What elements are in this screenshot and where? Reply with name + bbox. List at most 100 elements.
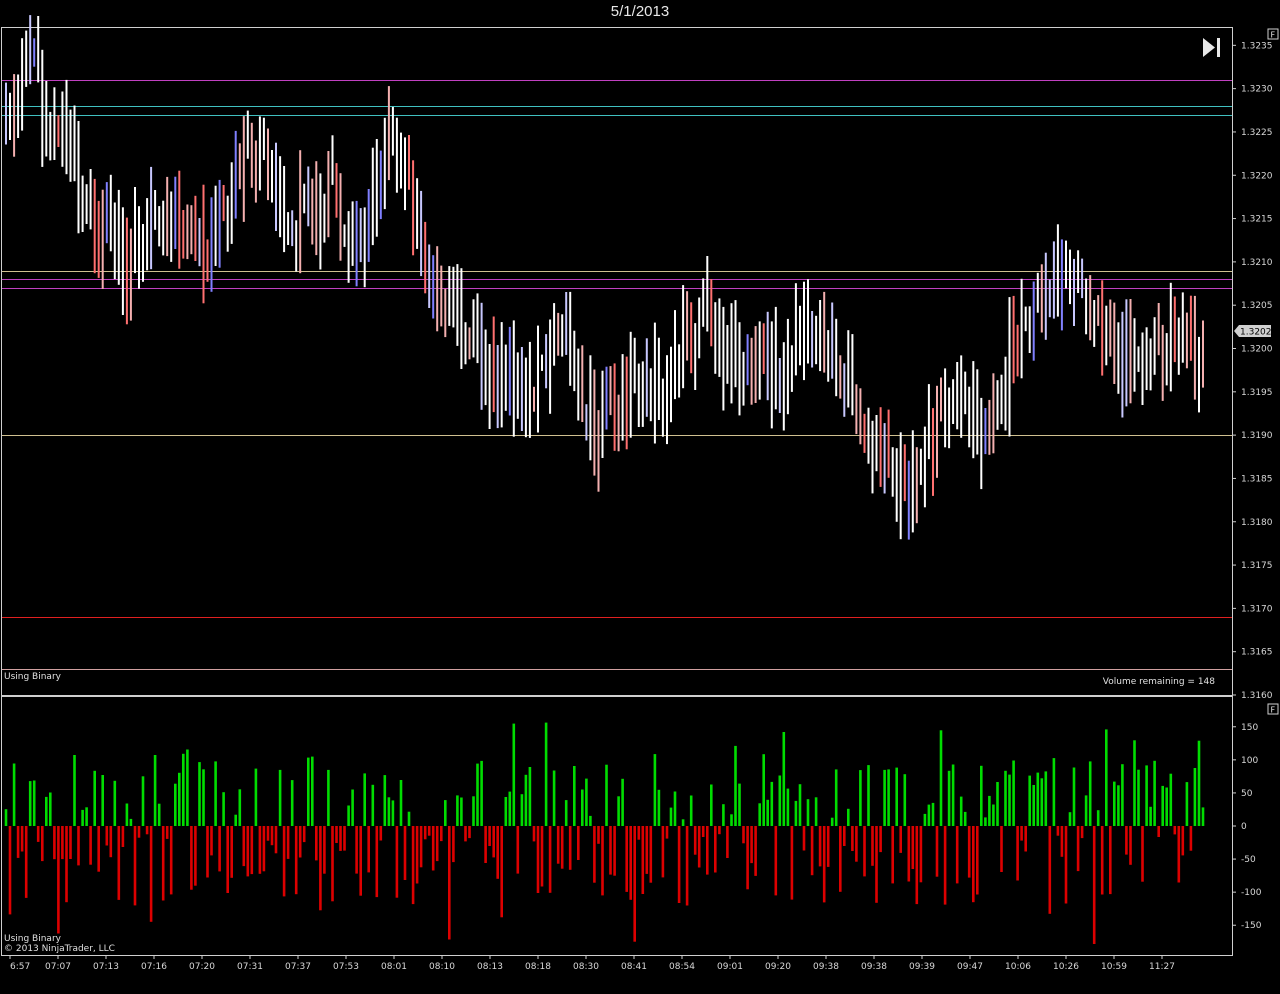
volume-bar (992, 804, 995, 826)
volume-bar (407, 811, 411, 826)
price-bar (436, 246, 439, 332)
volume-bar (814, 797, 818, 826)
price-bar (222, 185, 225, 222)
volume-bar (1161, 785, 1164, 826)
price-bar (730, 303, 733, 404)
volume-bar (1173, 826, 1177, 835)
price-bar (601, 370, 604, 458)
price-bar (657, 337, 660, 420)
volume-bar (1052, 758, 1056, 826)
price-bar (254, 140, 257, 203)
price-bar (746, 334, 749, 386)
volume-bar (174, 783, 177, 826)
price-bar (351, 201, 354, 266)
volume-bar (782, 732, 786, 826)
price-bar (911, 430, 914, 533)
volume-bar (746, 826, 749, 890)
volume-bar (972, 826, 975, 903)
volume-bar (1121, 764, 1124, 826)
volume-bar (851, 826, 854, 851)
volume-bar (641, 826, 645, 894)
price-bar (1161, 324, 1164, 401)
volume-bar (540, 826, 544, 887)
volume-bar (669, 807, 673, 826)
volume-bar (298, 826, 302, 858)
volume-bar (512, 723, 516, 826)
price-bar (649, 368, 652, 422)
volume-bar (1117, 785, 1120, 826)
price-bar (319, 173, 322, 270)
scroll-to-end-button[interactable] (1199, 36, 1226, 60)
price-bar (770, 321, 773, 429)
volume-bar (395, 826, 399, 898)
price-bar (178, 170, 181, 269)
volume-tick-label: 150 (1241, 723, 1258, 733)
price-panel-flag-button[interactable]: F (1267, 28, 1279, 40)
volume-bar (81, 809, 84, 826)
price-bar (105, 182, 108, 244)
price-bar (887, 409, 890, 478)
price-bar (218, 179, 221, 268)
price-bar (641, 361, 644, 427)
price-bar (936, 385, 938, 478)
price-tick-label: 1.3175 (1241, 561, 1273, 571)
volume-bar (202, 769, 205, 826)
volume-bar (1028, 775, 1031, 826)
price-bar (210, 197, 213, 292)
volume-bar (573, 766, 576, 826)
volume-bar (488, 826, 491, 846)
price-bar (690, 302, 693, 374)
price-bar (53, 87, 56, 160)
price-bar (1113, 302, 1116, 384)
price-bar (722, 306, 725, 411)
price-bar (242, 116, 245, 222)
price-bar (952, 379, 955, 424)
time-tick-label: 09:38 (813, 962, 839, 972)
time-tick-label: 09:01 (717, 962, 743, 972)
volume-bar (830, 817, 834, 826)
volume-bar (165, 826, 169, 839)
volume-bar (448, 826, 451, 940)
price-bar (468, 327, 471, 360)
price-bar (460, 268, 463, 369)
volume-bar (335, 826, 338, 843)
price-bar (851, 334, 854, 416)
price-bar (1004, 356, 1007, 431)
price-bar (355, 200, 358, 287)
time-tick-label: 10:59 (1101, 962, 1127, 972)
volume-bar (1064, 826, 1068, 904)
price-bar (1060, 239, 1063, 331)
price-bar (1193, 295, 1196, 400)
volume-bar (762, 754, 765, 826)
price-bar (819, 300, 822, 372)
volume-bar (661, 826, 665, 878)
volume-bar (1068, 812, 1072, 826)
time-tick-label: 08:30 (573, 962, 599, 972)
volume-bar (1153, 760, 1156, 826)
volume-bar (923, 813, 927, 826)
volume-bar (951, 764, 955, 826)
volume-bar (564, 800, 568, 826)
price-bar (678, 344, 681, 398)
price-bar (246, 110, 249, 159)
price-bar (694, 323, 697, 390)
price-bar (371, 147, 374, 246)
volume-bar (28, 781, 32, 826)
price-bar (1202, 320, 1204, 388)
price-bar (295, 220, 298, 272)
price-bar (710, 279, 713, 347)
price-bar (835, 318, 838, 397)
volume-bar (839, 826, 842, 892)
volume-panel-flag-button[interactable]: F (1267, 703, 1279, 715)
price-indicator-label: Using Binary (4, 672, 62, 682)
volume-bar (524, 774, 528, 826)
price-bar (1052, 241, 1055, 319)
volume-bar (327, 769, 330, 826)
price-bar (1065, 240, 1067, 289)
volume-bar (665, 826, 669, 839)
volume-bar (935, 826, 939, 877)
volume-bar (778, 775, 782, 826)
time-tick-label: 09:47 (957, 962, 983, 972)
price-bar (1077, 250, 1080, 293)
volume-bar (45, 796, 48, 826)
